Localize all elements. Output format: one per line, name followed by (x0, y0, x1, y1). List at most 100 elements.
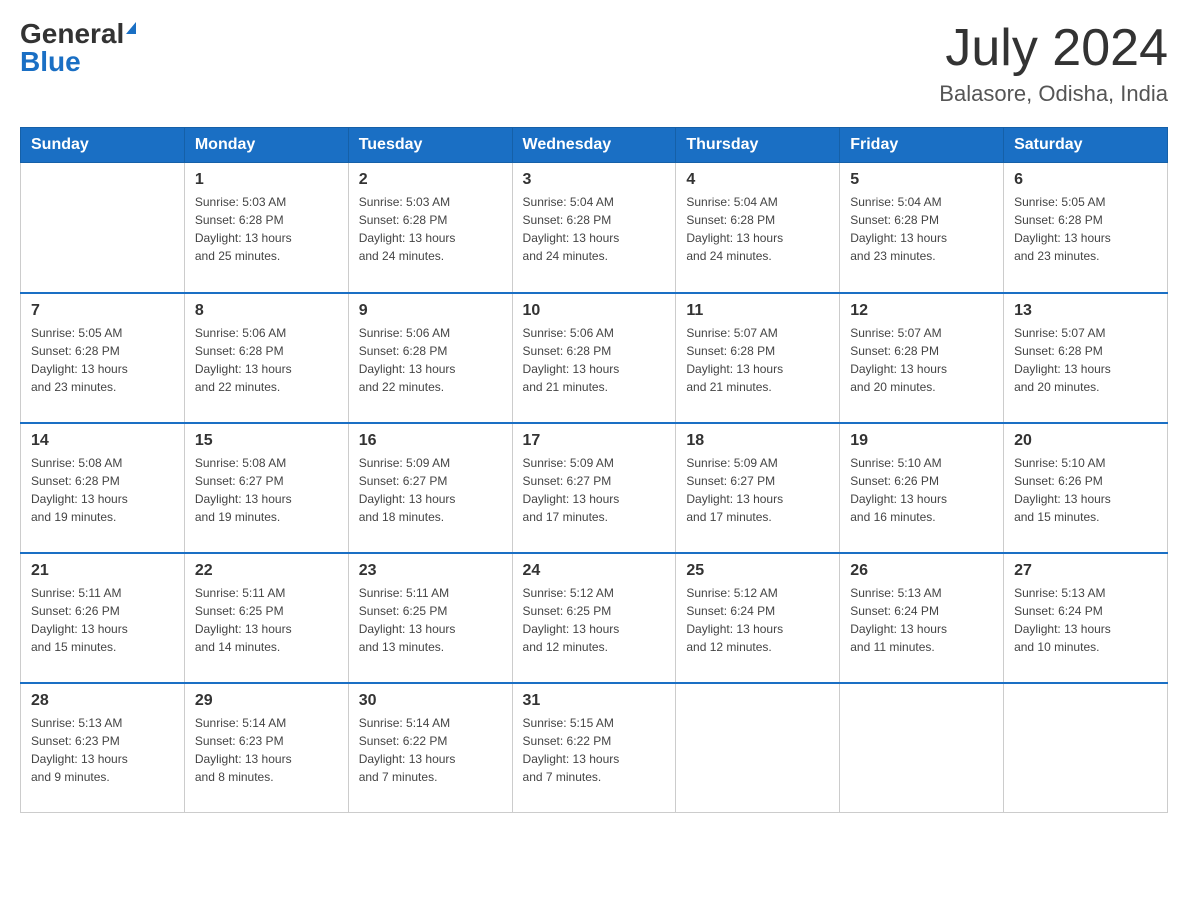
day-info: Sunrise: 5:06 AM Sunset: 6:28 PM Dayligh… (359, 324, 502, 396)
day-info: Sunrise: 5:11 AM Sunset: 6:25 PM Dayligh… (195, 584, 338, 656)
day-info: Sunrise: 5:06 AM Sunset: 6:28 PM Dayligh… (523, 324, 666, 396)
day-of-week-header: Tuesday (348, 128, 512, 163)
day-of-week-header: Wednesday (512, 128, 676, 163)
day-number: 4 (686, 171, 829, 189)
calendar-day-cell: 30 Sunrise: 5:14 AM Sunset: 6:22 PM Dayli… (348, 683, 512, 813)
day-number: 28 (31, 692, 174, 710)
day-info: Sunrise: 5:07 AM Sunset: 6:28 PM Dayligh… (686, 324, 829, 396)
day-info: Sunrise: 5:08 AM Sunset: 6:28 PM Dayligh… (31, 454, 174, 526)
calendar-day-cell: 7Sunrise: 5:05 AM Sunset: 6:28 PM Daylig… (21, 293, 185, 423)
calendar-day-cell: 23 Sunrise: 5:11 AM Sunset: 6:25 PM Dayli… (348, 553, 512, 683)
calendar-day-cell: 31 Sunrise: 5:15 AM Sunset: 6:22 PM Dayli… (512, 683, 676, 813)
day-info: Sunrise: 5:04 AM Sunset: 6:28 PM Dayligh… (686, 193, 829, 265)
day-number: 29 (195, 692, 338, 710)
day-info: Sunrise: 5:04 AM Sunset: 6:28 PM Dayligh… (850, 193, 993, 265)
day-number: 14 (31, 432, 174, 450)
calendar-day-cell: 14 Sunrise: 5:08 AM Sunset: 6:28 PM Dayli… (21, 423, 185, 553)
calendar-day-cell: 20Sunrise: 5:10 AM Sunset: 6:26 PM Dayli… (1004, 423, 1168, 553)
day-info: Sunrise: 5:14 AM Sunset: 6:22 PM Dayligh… (359, 714, 502, 786)
calendar-week-row: 1 Sunrise: 5:03 AM Sunset: 6:28 PM Daylig… (21, 163, 1168, 293)
calendar-week-row: 28 Sunrise: 5:13 AM Sunset: 6:23 PM Dayli… (21, 683, 1168, 813)
logo-general-text: General (20, 20, 124, 48)
day-info: Sunrise: 5:15 AM Sunset: 6:22 PM Dayligh… (523, 714, 666, 786)
day-number: 13 (1014, 302, 1157, 320)
day-info: Sunrise: 5:06 AM Sunset: 6:28 PM Dayligh… (195, 324, 338, 396)
month-title: July 2024 (939, 20, 1168, 77)
day-number: 20 (1014, 432, 1157, 450)
day-info: Sunrise: 5:11 AM Sunset: 6:25 PM Dayligh… (359, 584, 502, 656)
calendar-day-cell: 4 Sunrise: 5:04 AM Sunset: 6:28 PM Daylig… (676, 163, 840, 293)
day-number: 11 (686, 302, 829, 320)
calendar-day-cell: 29 Sunrise: 5:14 AM Sunset: 6:23 PM Dayli… (184, 683, 348, 813)
day-info: Sunrise: 5:04 AM Sunset: 6:28 PM Dayligh… (523, 193, 666, 265)
day-number: 2 (359, 171, 502, 189)
day-info: Sunrise: 5:09 AM Sunset: 6:27 PM Dayligh… (523, 454, 666, 526)
day-number: 1 (195, 171, 338, 189)
day-info: Sunrise: 5:09 AM Sunset: 6:27 PM Dayligh… (686, 454, 829, 526)
day-info: Sunrise: 5:03 AM Sunset: 6:28 PM Dayligh… (359, 193, 502, 265)
day-number: 21 (31, 562, 174, 580)
title-block: July 2024 Balasore, Odisha, India (939, 20, 1168, 107)
calendar-table: SundayMondayTuesdayWednesdayThursdayFrid… (20, 127, 1168, 813)
calendar-day-cell: 18 Sunrise: 5:09 AM Sunset: 6:27 PM Dayli… (676, 423, 840, 553)
calendar-day-cell: 21Sunrise: 5:11 AM Sunset: 6:26 PM Dayli… (21, 553, 185, 683)
day-info: Sunrise: 5:08 AM Sunset: 6:27 PM Dayligh… (195, 454, 338, 526)
calendar-day-cell: 19Sunrise: 5:10 AM Sunset: 6:26 PM Dayli… (840, 423, 1004, 553)
calendar-day-cell: 26 Sunrise: 5:13 AM Sunset: 6:24 PM Dayli… (840, 553, 1004, 683)
day-number: 12 (850, 302, 993, 320)
calendar-day-cell (21, 163, 185, 293)
day-info: Sunrise: 5:13 AM Sunset: 6:24 PM Dayligh… (850, 584, 993, 656)
day-number: 9 (359, 302, 502, 320)
day-info: Sunrise: 5:13 AM Sunset: 6:23 PM Dayligh… (31, 714, 174, 786)
calendar-week-row: 21Sunrise: 5:11 AM Sunset: 6:26 PM Dayli… (21, 553, 1168, 683)
day-info: Sunrise: 5:05 AM Sunset: 6:28 PM Dayligh… (1014, 193, 1157, 265)
calendar-header: SundayMondayTuesdayWednesdayThursdayFrid… (21, 128, 1168, 163)
calendar-day-cell: 5 Sunrise: 5:04 AM Sunset: 6:28 PM Daylig… (840, 163, 1004, 293)
day-info: Sunrise: 5:13 AM Sunset: 6:24 PM Dayligh… (1014, 584, 1157, 656)
day-number: 5 (850, 171, 993, 189)
calendar-day-cell: 11 Sunrise: 5:07 AM Sunset: 6:28 PM Dayli… (676, 293, 840, 423)
logo-blue-text: Blue (20, 46, 81, 77)
calendar-day-cell: 13 Sunrise: 5:07 AM Sunset: 6:28 PM Dayli… (1004, 293, 1168, 423)
day-number: 23 (359, 562, 502, 580)
day-of-week-header: Thursday (676, 128, 840, 163)
day-of-week-header: Saturday (1004, 128, 1168, 163)
calendar-week-row: 14 Sunrise: 5:08 AM Sunset: 6:28 PM Dayli… (21, 423, 1168, 553)
day-of-week-header: Friday (840, 128, 1004, 163)
day-info: Sunrise: 5:09 AM Sunset: 6:27 PM Dayligh… (359, 454, 502, 526)
calendar-day-cell: 15 Sunrise: 5:08 AM Sunset: 6:27 PM Dayli… (184, 423, 348, 553)
day-number: 30 (359, 692, 502, 710)
logo: General Blue (20, 20, 136, 76)
calendar-day-cell: 12Sunrise: 5:07 AM Sunset: 6:28 PM Dayli… (840, 293, 1004, 423)
calendar-day-cell: 24 Sunrise: 5:12 AM Sunset: 6:25 PM Dayli… (512, 553, 676, 683)
calendar-day-cell: 16Sunrise: 5:09 AM Sunset: 6:27 PM Dayli… (348, 423, 512, 553)
day-number: 26 (850, 562, 993, 580)
calendar-body: 1 Sunrise: 5:03 AM Sunset: 6:28 PM Daylig… (21, 163, 1168, 813)
calendar-day-cell (1004, 683, 1168, 813)
day-info: Sunrise: 5:10 AM Sunset: 6:26 PM Dayligh… (850, 454, 993, 526)
day-number: 15 (195, 432, 338, 450)
calendar-day-cell (676, 683, 840, 813)
day-number: 18 (686, 432, 829, 450)
day-info: Sunrise: 5:07 AM Sunset: 6:28 PM Dayligh… (1014, 324, 1157, 396)
calendar-day-cell: 25 Sunrise: 5:12 AM Sunset: 6:24 PM Dayli… (676, 553, 840, 683)
calendar-day-cell: 3Sunrise: 5:04 AM Sunset: 6:28 PM Daylig… (512, 163, 676, 293)
calendar-day-cell: 2 Sunrise: 5:03 AM Sunset: 6:28 PM Daylig… (348, 163, 512, 293)
calendar-day-cell: 8Sunrise: 5:06 AM Sunset: 6:28 PM Daylig… (184, 293, 348, 423)
day-number: 25 (686, 562, 829, 580)
day-number: 6 (1014, 171, 1157, 189)
calendar-day-cell: 6 Sunrise: 5:05 AM Sunset: 6:28 PM Daylig… (1004, 163, 1168, 293)
calendar-day-cell: 17Sunrise: 5:09 AM Sunset: 6:27 PM Dayli… (512, 423, 676, 553)
day-info: Sunrise: 5:14 AM Sunset: 6:23 PM Dayligh… (195, 714, 338, 786)
calendar-day-cell (840, 683, 1004, 813)
day-number: 24 (523, 562, 666, 580)
calendar-day-cell: 10 Sunrise: 5:06 AM Sunset: 6:28 PM Dayli… (512, 293, 676, 423)
day-of-week-header: Monday (184, 128, 348, 163)
calendar-day-cell: 1Sunrise: 5:03 AM Sunset: 6:28 PM Daylig… (184, 163, 348, 293)
calendar-day-cell: 22Sunrise: 5:11 AM Sunset: 6:25 PM Dayli… (184, 553, 348, 683)
location-text: Balasore, Odisha, India (939, 81, 1168, 107)
day-number: 31 (523, 692, 666, 710)
day-info: Sunrise: 5:12 AM Sunset: 6:25 PM Dayligh… (523, 584, 666, 656)
day-info: Sunrise: 5:12 AM Sunset: 6:24 PM Dayligh… (686, 584, 829, 656)
day-number: 10 (523, 302, 666, 320)
